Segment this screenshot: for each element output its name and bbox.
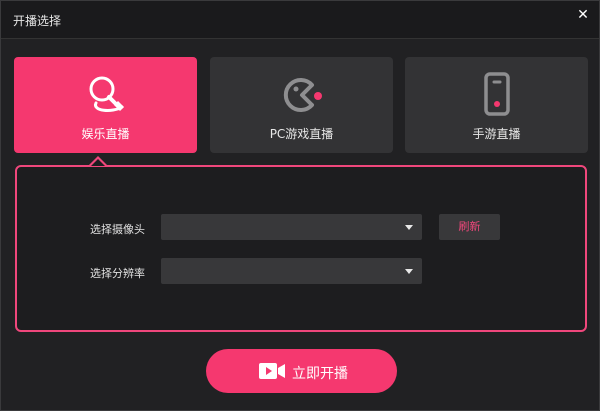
chevron-down-icon bbox=[405, 269, 413, 274]
panel-pointer-inner bbox=[91, 159, 105, 166]
settings-panel bbox=[15, 165, 587, 332]
mode-card-mobile-game[interactable]: 手游直播 bbox=[405, 57, 588, 153]
mode-label-pc-game: PC游戏直播 bbox=[269, 127, 334, 141]
pacman-icon bbox=[278, 71, 326, 123]
camera-select[interactable] bbox=[161, 214, 422, 240]
refresh-button[interactable]: 刷新 bbox=[439, 214, 500, 240]
title-bar: 开播选择 ✕ bbox=[1, 1, 599, 39]
chevron-down-icon bbox=[405, 225, 413, 230]
mode-card-entertainment[interactable]: 娱乐直播 bbox=[14, 57, 197, 153]
video-camera-icon bbox=[258, 361, 286, 385]
start-broadcast-button[interactable]: 立即开播 bbox=[206, 349, 397, 393]
resolution-select[interactable] bbox=[161, 258, 422, 284]
mode-label-mobile-game: 手游直播 bbox=[472, 127, 521, 141]
window-title: 开播选择 bbox=[13, 14, 62, 28]
mode-card-pc-game[interactable]: PC游戏直播 bbox=[210, 57, 393, 153]
camera-label: 选择摄像头 bbox=[90, 223, 145, 236]
phone-icon bbox=[473, 71, 521, 123]
broadcast-select-window: 开播选择 ✕ 娱乐直播 PC游戏直播 手游直播 选择摄像头 刷新 选择分辨率 立… bbox=[0, 0, 600, 411]
start-broadcast-label: 立即开播 bbox=[292, 366, 348, 382]
resolution-label: 选择分辨率 bbox=[90, 267, 145, 280]
close-button[interactable]: ✕ bbox=[573, 5, 593, 25]
microphone-icon bbox=[82, 71, 130, 123]
mode-label-entertainment: 娱乐直播 bbox=[81, 127, 130, 141]
